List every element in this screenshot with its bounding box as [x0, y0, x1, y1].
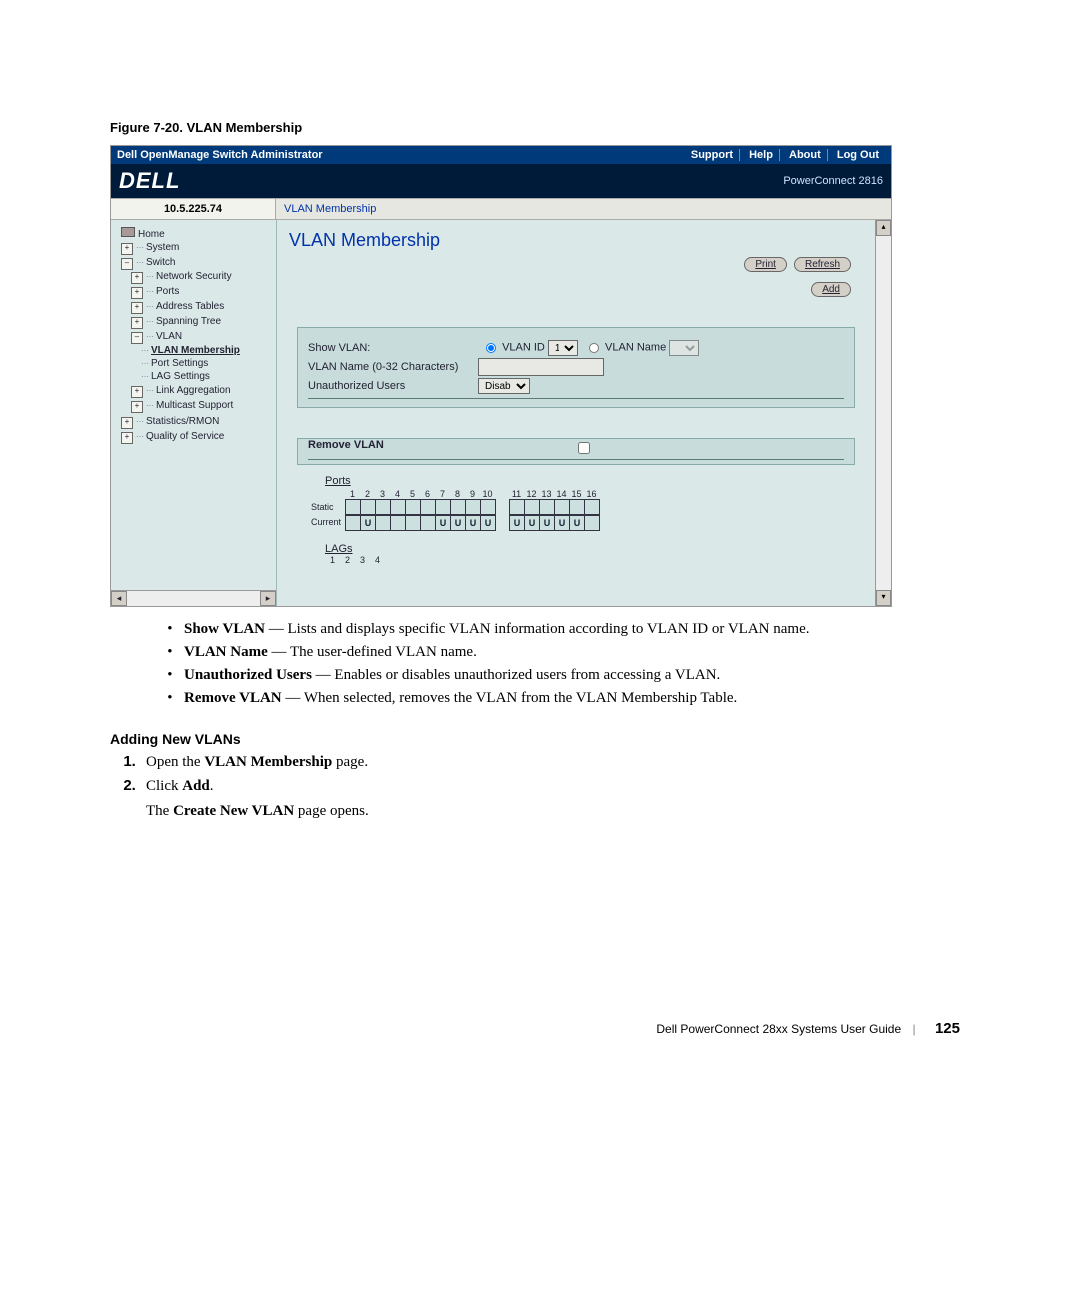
scroll-track[interactable] — [876, 236, 891, 590]
lags-title: LAGs — [325, 543, 863, 555]
support-link[interactable]: Support — [685, 149, 740, 161]
tree-home[interactable]: Home — [138, 229, 165, 240]
nav-tree[interactable]: Home + System – Switch + Network Security +… — [111, 220, 277, 606]
vlan-name-input[interactable] — [478, 358, 604, 376]
steps-list: Open the VLAN Membership page. Click Add… — [140, 753, 1020, 820]
scroll-left-icon[interactable]: ◂ — [111, 591, 127, 606]
show-vlan-label: Show VLAN: — [308, 342, 478, 354]
lags-area: LAGs 1234 — [325, 543, 863, 565]
static-row-a[interactable] — [345, 499, 495, 515]
remove-vlan-checkbox[interactable] — [578, 442, 590, 454]
expand-icon[interactable]: + — [121, 432, 133, 444]
current-row-b[interactable]: UUUUU — [509, 515, 599, 531]
brand-bar: DELL PowerConnect 2816 — [111, 164, 891, 198]
lag-numbers: 1234 — [325, 555, 863, 565]
collapse-icon[interactable]: – — [121, 258, 133, 270]
current-row-a[interactable]: UUUUU — [345, 515, 495, 531]
static-row-b[interactable] — [509, 499, 599, 515]
page-number: 125 — [935, 1020, 960, 1037]
field-descriptions: Show VLAN — Lists and displays specific … — [140, 621, 1020, 707]
ports-title: Ports — [325, 475, 863, 487]
scroll-down-icon[interactable]: ▾ — [876, 590, 891, 606]
nav-bar: 10.5.225.74 VLAN Membership — [111, 198, 891, 220]
figure-caption: Figure 7-20. VLAN Membership — [110, 120, 1020, 135]
refresh-button[interactable]: Refresh — [794, 257, 851, 272]
expand-icon[interactable]: + — [131, 287, 143, 299]
tree-vlan-membership[interactable]: VLAN Membership — [151, 345, 240, 356]
tree-multicast-support[interactable]: Multicast Support — [156, 400, 233, 411]
device-ip: 10.5.225.74 — [111, 199, 276, 219]
tree-spanning-tree[interactable]: Spanning Tree — [156, 316, 221, 327]
tree-system[interactable]: System — [146, 242, 179, 253]
tree-switch[interactable]: Switch — [146, 257, 175, 268]
scroll-track[interactable] — [127, 591, 260, 606]
vlan-name-radio[interactable] — [589, 343, 599, 353]
collapse-icon[interactable]: – — [131, 332, 143, 344]
unauthorized-users-select[interactable]: Disable — [478, 378, 530, 394]
current-row-label: Current — [311, 515, 341, 530]
remove-vlan-label: Remove VLAN — [308, 439, 508, 457]
expand-icon[interactable]: + — [131, 386, 143, 398]
section-heading: Adding New VLANs — [110, 731, 1020, 747]
vlan-id-select[interactable]: 1 — [548, 340, 578, 356]
tree-ports[interactable]: Ports — [156, 286, 179, 297]
tree-vlan[interactable]: VLAN — [156, 331, 182, 342]
tree-statistics[interactable]: Statistics/RMON — [146, 416, 219, 427]
expand-icon[interactable]: + — [131, 317, 143, 329]
tree-port-settings[interactable]: Port Settings — [151, 358, 208, 369]
tree-network-security[interactable]: Network Security — [156, 271, 232, 282]
scroll-right-icon[interactable]: ▸ — [260, 591, 276, 606]
vlan-id-label: VLAN ID — [502, 342, 545, 354]
top-links: Support Help About Log Out — [685, 149, 885, 161]
logout-link[interactable]: Log Out — [831, 149, 885, 161]
screenshot: Dell OpenManage Switch Administrator Sup… — [110, 145, 892, 607]
window-titlebar: Dell OpenManage Switch Administrator Sup… — [111, 146, 891, 164]
unauthorized-users-label: Unauthorized Users — [308, 380, 478, 392]
vlan-name-select[interactable] — [669, 340, 699, 356]
static-row-label: Static — [311, 500, 341, 515]
about-link[interactable]: About — [783, 149, 828, 161]
tree-lag-settings[interactable]: LAG Settings — [151, 371, 210, 382]
expand-icon[interactable]: + — [131, 272, 143, 284]
tree-hscrollbar[interactable]: ◂ ▸ — [111, 590, 276, 606]
add-button[interactable]: Add — [811, 282, 851, 297]
dell-logo: DELL — [119, 168, 180, 194]
model-label: PowerConnect 2816 — [783, 175, 883, 187]
vlan-name-label: VLAN Name — [605, 342, 666, 354]
expand-icon[interactable]: + — [131, 401, 143, 413]
home-icon — [121, 227, 135, 237]
expand-icon[interactable]: + — [131, 302, 143, 314]
vlan-settings-section: Show VLAN: VLAN ID 1 VLAN Name VLAN Name… — [297, 327, 855, 408]
expand-icon[interactable]: + — [121, 417, 133, 429]
expand-icon[interactable]: + — [121, 243, 133, 255]
port-numbers-b: 111213141516 — [509, 489, 599, 499]
breadcrumb: VLAN Membership — [276, 199, 384, 219]
vlan-id-radio[interactable] — [486, 343, 496, 353]
scroll-up-icon[interactable]: ▴ — [876, 220, 891, 236]
tree-link-aggregation[interactable]: Link Aggregation — [156, 385, 231, 396]
tree-qos[interactable]: Quality of Service — [146, 431, 224, 442]
content-vscrollbar[interactable]: ▴ ▾ — [875, 220, 891, 606]
page-title: VLAN Membership — [289, 230, 863, 251]
tree-address-tables[interactable]: Address Tables — [156, 301, 224, 312]
help-link[interactable]: Help — [743, 149, 780, 161]
print-button[interactable]: Print — [744, 257, 787, 272]
content-pane: VLAN Membership Print Refresh Add Show V… — [277, 220, 875, 606]
app-title: Dell OpenManage Switch Administrator — [117, 149, 685, 161]
port-numbers-a: 12345678910 — [345, 489, 495, 499]
page-footer: Dell PowerConnect 28xx Systems User Guid… — [60, 1020, 960, 1037]
ports-area: Ports Static Current 12345678910 — [311, 475, 863, 531]
remove-vlan-section: Remove VLAN — [297, 438, 855, 465]
vlan-name-chars-label: VLAN Name (0-32 Characters) — [308, 361, 478, 373]
